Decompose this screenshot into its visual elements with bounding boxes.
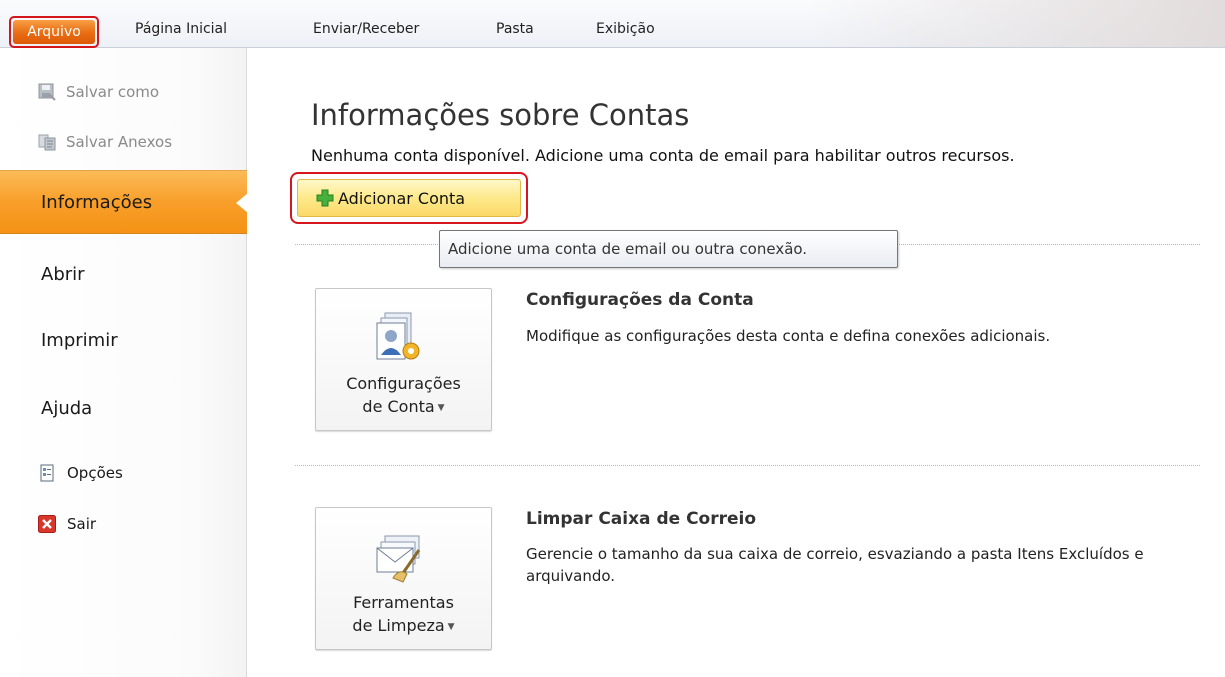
nav-open[interactable]: Abrir [0, 243, 247, 307]
tab-folder[interactable]: Pasta [496, 17, 534, 43]
nav-exit-label: Sair [67, 515, 97, 533]
backstage-nav: Salvar como Salvar Anexos Informações Ab… [0, 48, 248, 677]
account-settings-title: Configurações da Conta [526, 290, 754, 310]
green-plus-icon [316, 189, 334, 207]
account-settings-label-line2: de Conta ▼ [362, 397, 445, 416]
add-account-tooltip: Adicione uma conta de email ou outra con… [439, 230, 898, 268]
cleanup-tools-label-line2: de Limpeza ▼ [352, 616, 455, 635]
tab-file[interactable]: Arquivo [9, 16, 99, 48]
account-settings-label-line1: Configurações [346, 374, 461, 393]
nav-help[interactable]: Ajuda [0, 377, 247, 441]
nav-print-label: Imprimir [41, 330, 118, 351]
cleanup-mailbox-description: Gerencie o tamanho da sua caixa de corre… [526, 545, 1144, 585]
cleanup-tools-label-line1: Ferramentas [353, 593, 454, 612]
nav-exit[interactable]: Sair [38, 512, 96, 536]
chevron-down-icon: ▼ [447, 622, 455, 632]
nav-help-label: Ajuda [41, 398, 93, 419]
account-settings-button[interactable]: Configurações de Conta ▼ [315, 288, 492, 431]
page-subtitle: Nenhuma conta disponível. Adicione uma c… [311, 146, 1015, 165]
nav-print[interactable]: Imprimir [0, 309, 247, 373]
add-account-label: Adicionar Conta [338, 188, 466, 208]
add-account-highlight: Adicionar Conta [290, 172, 528, 224]
account-settings-description: Modifique as configurações desta conta e… [526, 327, 1051, 345]
page-title: Informações sobre Contas [311, 98, 690, 132]
save-attachments-label: Salvar Anexos [66, 133, 173, 151]
nav-info-label: Informações [41, 192, 153, 213]
nav-open-label: Abrir [41, 264, 85, 285]
cleanup-tools-icon [376, 535, 421, 583]
save-as-icon [38, 83, 56, 101]
options-icon [38, 464, 56, 482]
nav-options-label: Opções [67, 464, 123, 482]
tab-view[interactable]: Exibição [596, 17, 655, 43]
nav-info[interactable]: Informações [0, 170, 248, 234]
tab-send-receive[interactable]: Enviar/Receber [313, 17, 419, 43]
save-attachments-icon [38, 133, 56, 151]
add-account-button[interactable]: Adicionar Conta [297, 179, 521, 217]
section-divider [295, 465, 1200, 466]
exit-icon [38, 515, 56, 533]
account-settings-icon [376, 312, 420, 360]
ribbon-tab-bar: Arquivo Página Inicial Enviar/Receber Pa… [0, 0, 1225, 48]
tab-home[interactable]: Página Inicial [135, 17, 227, 43]
tab-file-label: Arquivo [13, 20, 95, 44]
nav-options[interactable]: Opções [38, 461, 123, 485]
cleanup-tools-button[interactable]: Ferramentas de Limpeza ▼ [315, 507, 492, 650]
save-as-command[interactable]: Salvar como [38, 80, 159, 104]
cleanup-mailbox-title: Limpar Caixa de Correio [526, 509, 757, 529]
save-as-label: Salvar como [66, 83, 160, 101]
save-attachments-command[interactable]: Salvar Anexos [38, 130, 172, 154]
chevron-down-icon: ▼ [437, 403, 445, 413]
